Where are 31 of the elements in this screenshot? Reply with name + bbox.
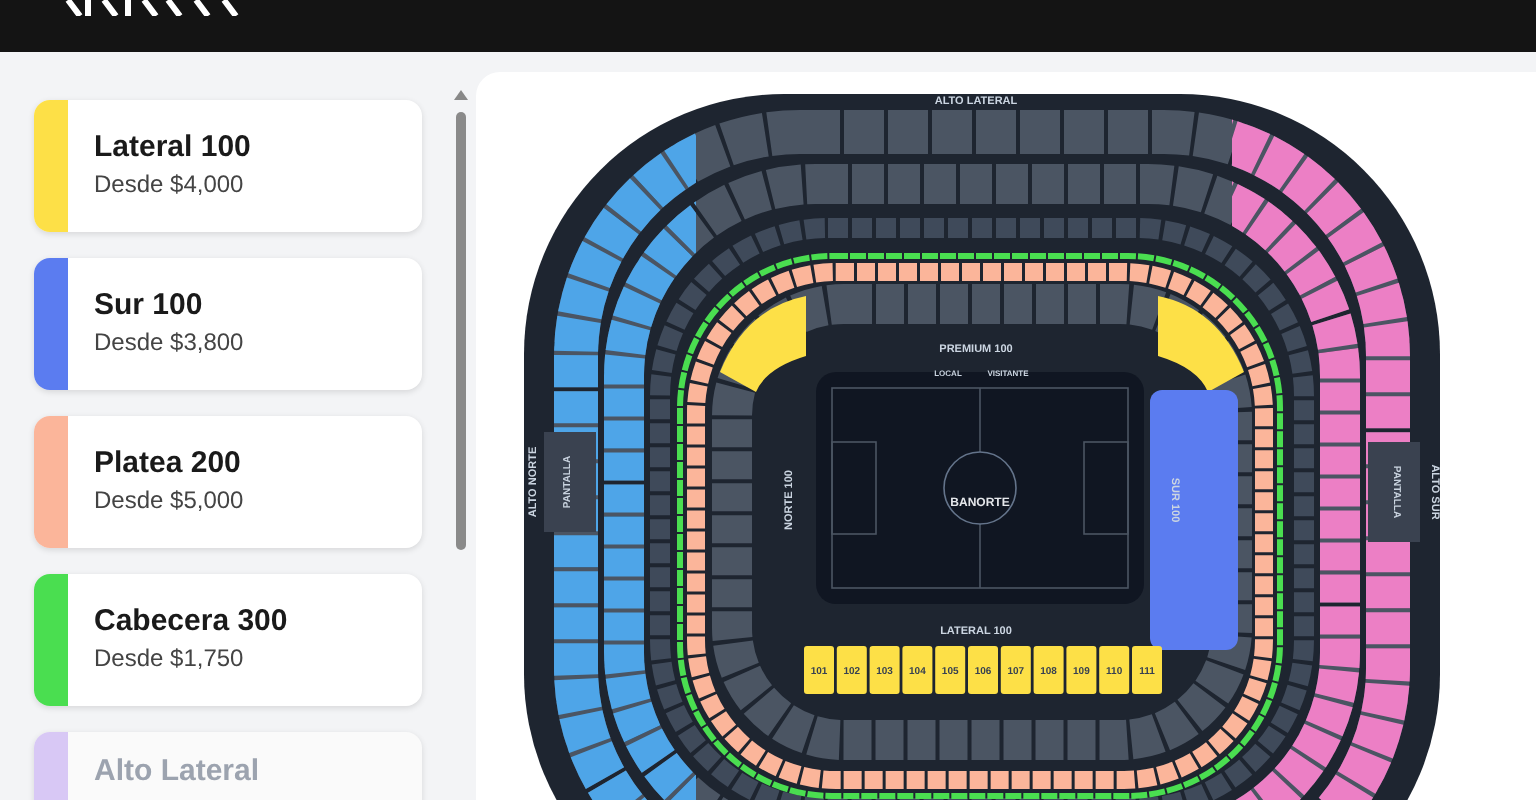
logo-icon (64, 0, 244, 16)
seat-section[interactable] (968, 646, 998, 694)
zone-card[interactable]: Sur 100 Desde $3,800 (34, 258, 422, 390)
zone-name: Sur 100 (94, 287, 205, 325)
seat-section[interactable] (935, 646, 966, 694)
seat-section[interactable] (869, 646, 900, 694)
zone-card[interactable]: Cabecera 300 Desde $1,750 (34, 574, 422, 706)
seat-section[interactable] (804, 646, 834, 694)
screen-block (1368, 442, 1420, 542)
zone-name: Lateral 100 (94, 129, 251, 167)
scrollbar-thumb[interactable] (456, 112, 466, 550)
zone-card[interactable]: Platea 200 Desde $5,000 (34, 416, 422, 548)
zone-name: Alto Lateral (94, 753, 260, 791)
zone-price: Desde $4,000 (94, 168, 246, 203)
seat-section[interactable] (1099, 646, 1130, 694)
seat-block[interactable] (1158, 296, 1244, 392)
zone-price: Desde $1,750 (94, 642, 246, 677)
seat-section[interactable] (1000, 646, 1031, 694)
seat-section[interactable] (1132, 646, 1162, 694)
seat-block[interactable] (720, 296, 806, 392)
seat-section[interactable] (1033, 646, 1064, 694)
screen-block (544, 432, 596, 532)
zone-price: Desde $5,000 (94, 484, 244, 519)
seat-section[interactable] (836, 646, 867, 694)
zone-name: Platea 200 (94, 445, 243, 483)
zone-name: Cabecera 300 (94, 603, 288, 641)
zone-card[interactable]: Lateral 100 Desde $4,000 (34, 100, 422, 232)
scroll-up-icon[interactable] (454, 90, 468, 100)
seat-section[interactable] (1066, 646, 1097, 694)
zone-price: Desde $3,800 (94, 326, 244, 361)
seat-section[interactable] (902, 646, 933, 694)
